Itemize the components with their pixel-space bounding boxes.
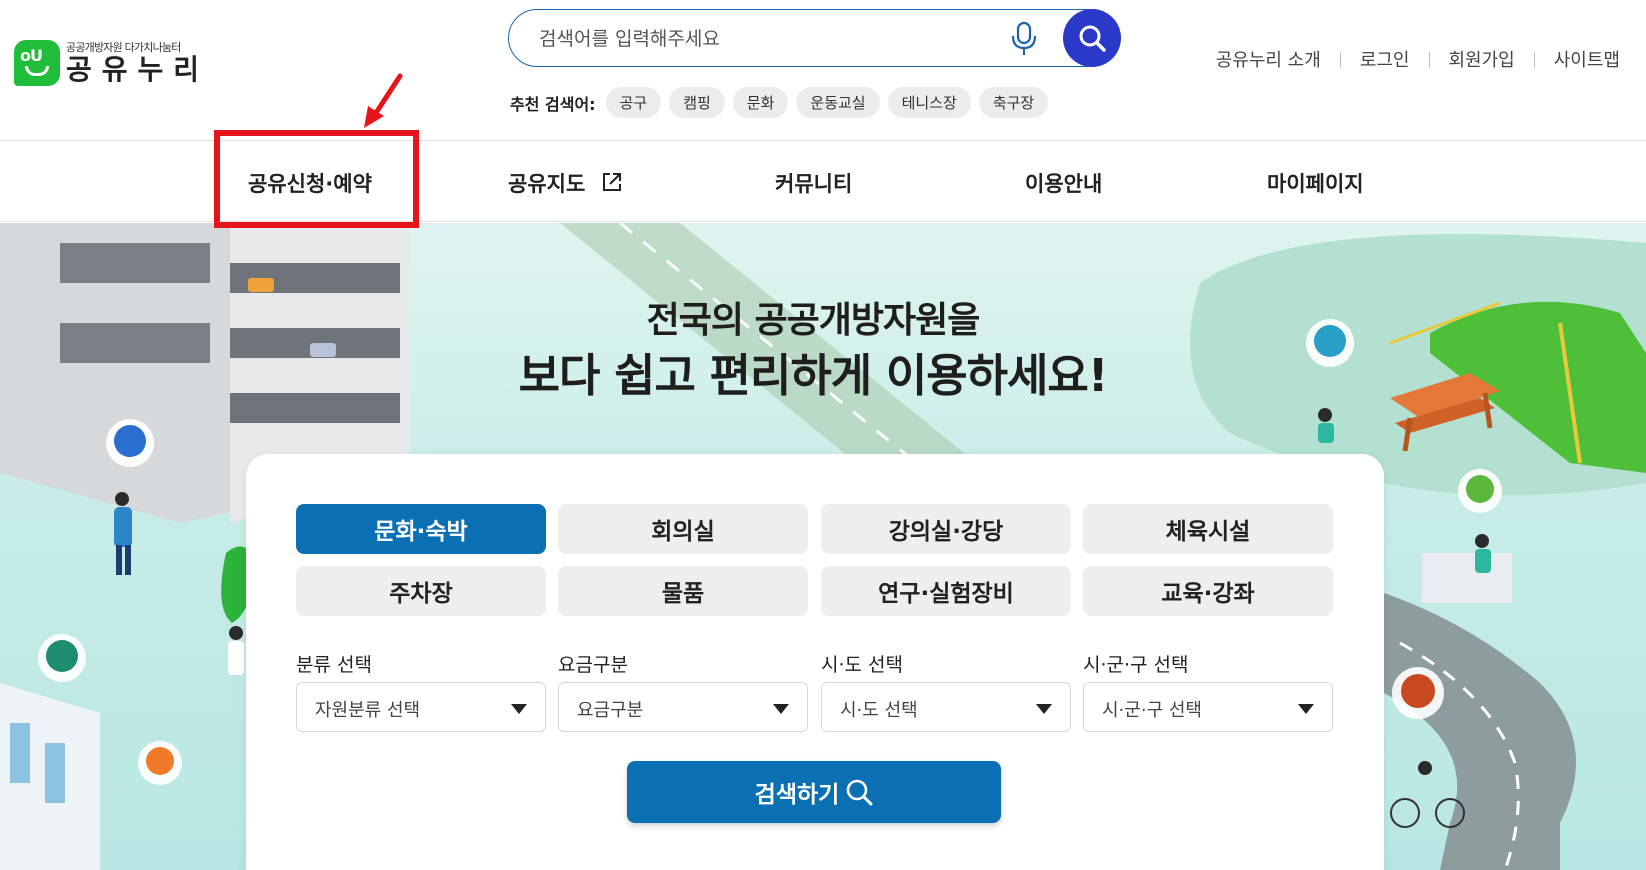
site-logo[interactable]: oU 공공개방자원 다가치나눔터 공유누리 bbox=[14, 40, 209, 86]
logo-subtitle: 공공개방자원 다가치나눔터 bbox=[66, 41, 181, 54]
hero-title-line1: 전국의 공공개방자원을 bbox=[646, 300, 981, 341]
logo-title: 공유누리 bbox=[66, 53, 210, 86]
category-meeting-room[interactable]: 회의실 bbox=[558, 504, 808, 554]
select-value: 자원분류 선택 bbox=[315, 700, 421, 721]
logo-badge-text: oU bbox=[20, 46, 43, 65]
category-education[interactable]: 교육·강좌 bbox=[1083, 566, 1333, 616]
microphone-icon[interactable] bbox=[1009, 21, 1039, 57]
red-arrow-icon bbox=[364, 73, 403, 128]
filter-label-category: 분류 선택 bbox=[296, 654, 372, 676]
category-research-equipment[interactable]: 연구·실험장비 bbox=[821, 566, 1071, 616]
nav-item-share-map[interactable]: 공유지도 bbox=[508, 168, 623, 198]
province-select[interactable]: 시·도 선택 bbox=[821, 682, 1071, 732]
category-sports-facility[interactable]: 체육시설 bbox=[1083, 504, 1333, 554]
recommended-tag[interactable]: 공구 bbox=[605, 87, 662, 118]
sitemap-link[interactable]: 사이트맵 bbox=[1554, 46, 1620, 72]
nav-item-mypage[interactable]: 마이페이지 bbox=[1267, 168, 1364, 198]
filter-label-fee: 요금구분 bbox=[558, 654, 628, 676]
logo-smile-shape bbox=[25, 66, 49, 76]
about-link[interactable]: 공유누리 소개 bbox=[1216, 46, 1321, 72]
search-submit-label: 검색하기 bbox=[754, 782, 840, 808]
search-icon bbox=[1079, 25, 1106, 52]
select-value: 시·도 선택 bbox=[840, 700, 918, 721]
recommended-label: 추천 검색어: bbox=[510, 94, 596, 114]
highlight-box bbox=[214, 130, 419, 228]
divider bbox=[1428, 51, 1430, 67]
category-parking[interactable]: 주차장 bbox=[296, 566, 546, 616]
recommended-tag[interactable]: 운동교실 bbox=[796, 87, 880, 118]
filter-label-province: 시·도 선택 bbox=[821, 654, 903, 676]
district-select[interactable]: 시·군·구 선택 bbox=[1083, 682, 1333, 732]
dropdown-caret-icon bbox=[1298, 704, 1314, 714]
nav-item-guide[interactable]: 이용안내 bbox=[1025, 168, 1102, 198]
dropdown-caret-icon bbox=[1036, 704, 1052, 714]
recommended-tag[interactable]: 축구장 bbox=[978, 87, 1049, 118]
external-link-icon bbox=[602, 173, 621, 191]
fee-type-select[interactable]: 요금구분 bbox=[558, 682, 808, 732]
recommended-tag[interactable]: 테니스장 bbox=[887, 87, 971, 118]
search-box bbox=[508, 9, 1121, 67]
utility-links: 공유누리 소개 로그인 회원가입 사이트맵 bbox=[1216, 46, 1620, 72]
nav-item-label: 공유지도 bbox=[508, 172, 586, 196]
dropdown-caret-icon bbox=[773, 704, 789, 714]
recommended-tag[interactable]: 캠핑 bbox=[669, 87, 725, 118]
login-link[interactable]: 로그인 bbox=[1360, 46, 1410, 72]
search-submit-button[interactable]: 검색하기 bbox=[627, 761, 1001, 823]
category-lecture-hall[interactable]: 강의실·강당 bbox=[821, 504, 1071, 554]
signup-link[interactable]: 회원가입 bbox=[1449, 46, 1515, 72]
hero-title-line2: 보다 쉽고 편리하게 이용하세요! bbox=[518, 349, 1109, 402]
divider bbox=[1339, 51, 1341, 67]
hero-section: 전국의 공공개방자원을 보다 쉽고 편리하게 이용하세요! 문화·숙박 회의실 … bbox=[0, 223, 1646, 870]
filter-label-district: 시·군·구 선택 bbox=[1083, 654, 1189, 676]
recommended-tag[interactable]: 문화 bbox=[732, 87, 789, 118]
recommended-keywords: 추천 검색어: 공구 캠핑 문화 운동교실 테니스장 축구장 bbox=[510, 87, 1049, 118]
logo-text: 공공개방자원 다가치나눔터 공유누리 bbox=[66, 42, 209, 84]
search-icon bbox=[847, 779, 873, 806]
site-header: oU 공공개방자원 다가치나눔터 공유누리 추천 검색어: 공구 캠핑 문화 운… bbox=[0, 0, 1646, 140]
dropdown-caret-icon bbox=[511, 704, 527, 714]
nav-item-community[interactable]: 커뮤니티 bbox=[775, 168, 852, 198]
search-input[interactable] bbox=[539, 24, 979, 54]
search-panel: 문화·숙박 회의실 강의실·강당 체육시설 주차장 물품 연구·실험장비 교육·… bbox=[246, 454, 1384, 870]
select-value: 시·군·구 선택 bbox=[1102, 700, 1202, 721]
select-value: 요금구분 bbox=[577, 700, 644, 721]
logo-badge-icon: oU bbox=[14, 40, 60, 86]
resource-category-select[interactable]: 자원분류 선택 bbox=[296, 682, 546, 732]
divider bbox=[1533, 51, 1535, 67]
category-culture-lodging[interactable]: 문화·숙박 bbox=[296, 504, 546, 554]
search-button[interactable] bbox=[1063, 9, 1121, 67]
category-goods[interactable]: 물품 bbox=[558, 566, 808, 616]
